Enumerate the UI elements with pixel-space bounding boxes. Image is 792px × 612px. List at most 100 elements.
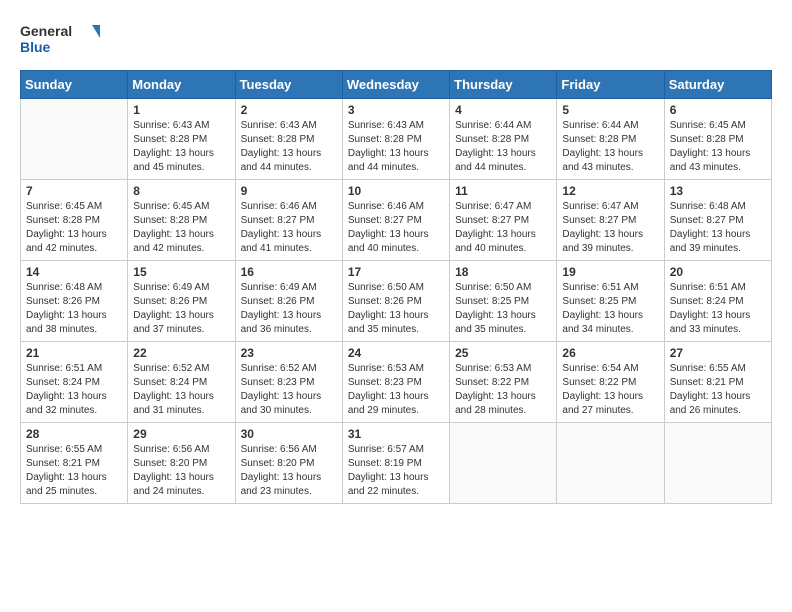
day-cell: 9Sunrise: 6:46 AMSunset: 8:27 PMDaylight… <box>235 180 342 261</box>
day-cell <box>21 99 128 180</box>
day-cell: 17 Sunrise: 6:50 AMSunset: 8:26 PMDayligh… <box>342 261 449 342</box>
day-number: 18 <box>455 265 551 279</box>
day-info: Sunrise: 6:48 AMSunset: 8:26 PMDaylight:… <box>26 281 122 337</box>
day-number: 22 <box>133 346 229 360</box>
day-cell: 31 Sunrise: 6:57 AMSunset: 8:19 PMDayligh… <box>342 423 449 504</box>
day-cell: 28Sunrise: 6:55 AMSunset: 8:21 PMDayligh… <box>21 423 128 504</box>
day-info: Sunrise: 6:45 AMSunset: 8:28 PMDaylight:… <box>670 119 766 175</box>
day-info: Sunrise: 6:49 AMSunset: 8:26 PMDaylight:… <box>241 281 337 337</box>
week-row-2: 7 Sunrise: 6:45 AMSunset: 8:28 PMDaylight… <box>21 180 772 261</box>
day-cell <box>450 423 557 504</box>
day-info: Sunrise: 6:52 AMSunset: 8:23 PMDaylight:… <box>241 362 337 418</box>
svg-text:Blue: Blue <box>20 39 51 55</box>
calendar-table: SundayMondayTuesdayWednesdayThursdayFrid… <box>20 70 772 504</box>
day-info: Sunrise: 6:48 AMSunset: 8:27 PMDaylight:… <box>670 200 766 256</box>
day-number: 2 <box>241 103 337 117</box>
day-info: Sunrise: 6:56 AMSunset: 8:20 PMDaylight:… <box>241 443 337 499</box>
day-info: Sunrise: 6:53 AMSunset: 8:22 PMDaylight:… <box>455 362 551 418</box>
day-cell: 15Sunrise: 6:49 AMSunset: 8:26 PMDayligh… <box>128 261 235 342</box>
day-info: Sunrise: 6:56 AMSunset: 8:20 PMDaylight:… <box>133 443 229 499</box>
day-number: 13 <box>670 184 766 198</box>
day-info: Sunrise: 6:53 AMSunset: 8:23 PMDaylight:… <box>348 362 444 418</box>
day-number: 28 <box>26 427 122 441</box>
day-cell: 11Sunrise: 6:47 AMSunset: 8:27 PMDayligh… <box>450 180 557 261</box>
day-cell: 27Sunrise: 6:55 AMSunset: 8:21 PMDayligh… <box>664 342 771 423</box>
day-number: 7 <box>26 184 122 198</box>
day-number: 24 <box>348 346 444 360</box>
day-number: 11 <box>455 184 551 198</box>
day-info: Sunrise: 6:51 AMSunset: 8:25 PMDaylight:… <box>562 281 658 337</box>
week-row-3: 14 Sunrise: 6:48 AMSunset: 8:26 PMDayligh… <box>21 261 772 342</box>
week-row-5: 28Sunrise: 6:55 AMSunset: 8:21 PMDayligh… <box>21 423 772 504</box>
day-info: Sunrise: 6:55 AMSunset: 8:21 PMDaylight:… <box>670 362 766 418</box>
day-info: Sunrise: 6:46 AMSunset: 8:27 PMDaylight:… <box>348 200 444 256</box>
day-cell: 1Sunrise: 6:43 AMSunset: 8:28 PMDaylight… <box>128 99 235 180</box>
day-cell: 8 Sunrise: 6:45 AMSunset: 8:28 PMDaylight… <box>128 180 235 261</box>
svg-text:General: General <box>20 23 72 39</box>
day-number: 1 <box>133 103 229 117</box>
day-info: Sunrise: 6:54 AMSunset: 8:22 PMDaylight:… <box>562 362 658 418</box>
day-number: 6 <box>670 103 766 117</box>
day-cell: 25 Sunrise: 6:53 AMSunset: 8:22 PMDayligh… <box>450 342 557 423</box>
day-cell: 18 Sunrise: 6:50 AMSunset: 8:25 PMDayligh… <box>450 261 557 342</box>
day-number: 14 <box>26 265 122 279</box>
day-number: 4 <box>455 103 551 117</box>
day-cell <box>664 423 771 504</box>
day-info: Sunrise: 6:51 AMSunset: 8:24 PMDaylight:… <box>670 281 766 337</box>
col-header-saturday: Saturday <box>664 71 771 99</box>
col-header-sunday: Sunday <box>21 71 128 99</box>
day-cell: 2 Sunrise: 6:43 AMSunset: 8:28 PMDaylight… <box>235 99 342 180</box>
day-cell: 4 Sunrise: 6:44 AMSunset: 8:28 PMDaylight… <box>450 99 557 180</box>
page-header: General Blue <box>20 20 772 60</box>
week-row-4: 21 Sunrise: 6:51 AMSunset: 8:24 PMDayligh… <box>21 342 772 423</box>
day-info: Sunrise: 6:51 AMSunset: 8:24 PMDaylight:… <box>26 362 122 418</box>
day-info: Sunrise: 6:43 AMSunset: 8:28 PMDaylight:… <box>241 119 337 175</box>
day-number: 30 <box>241 427 337 441</box>
day-number: 8 <box>133 184 229 198</box>
day-number: 19 <box>562 265 658 279</box>
logo: General Blue <box>20 20 100 60</box>
day-number: 12 <box>562 184 658 198</box>
day-info: Sunrise: 6:46 AMSunset: 8:27 PMDaylight:… <box>241 200 337 256</box>
day-cell <box>557 423 664 504</box>
day-number: 31 <box>348 427 444 441</box>
day-number: 20 <box>670 265 766 279</box>
day-cell: 23 Sunrise: 6:52 AMSunset: 8:23 PMDayligh… <box>235 342 342 423</box>
day-number: 17 <box>348 265 444 279</box>
col-header-wednesday: Wednesday <box>342 71 449 99</box>
day-cell: 24 Sunrise: 6:53 AMSunset: 8:23 PMDayligh… <box>342 342 449 423</box>
day-number: 21 <box>26 346 122 360</box>
day-info: Sunrise: 6:50 AMSunset: 8:26 PMDaylight:… <box>348 281 444 337</box>
day-info: Sunrise: 6:45 AMSunset: 8:28 PMDaylight:… <box>26 200 122 256</box>
day-cell: 29Sunrise: 6:56 AMSunset: 8:20 PMDayligh… <box>128 423 235 504</box>
col-header-monday: Monday <box>128 71 235 99</box>
day-info: Sunrise: 6:44 AMSunset: 8:28 PMDaylight:… <box>455 119 551 175</box>
day-cell: 21 Sunrise: 6:51 AMSunset: 8:24 PMDayligh… <box>21 342 128 423</box>
day-cell: 22Sunrise: 6:52 AMSunset: 8:24 PMDayligh… <box>128 342 235 423</box>
day-number: 10 <box>348 184 444 198</box>
day-cell: 19 Sunrise: 6:51 AMSunset: 8:25 PMDayligh… <box>557 261 664 342</box>
day-info: Sunrise: 6:57 AMSunset: 8:19 PMDaylight:… <box>348 443 444 499</box>
day-cell: 16 Sunrise: 6:49 AMSunset: 8:26 PMDayligh… <box>235 261 342 342</box>
day-info: Sunrise: 6:43 AMSunset: 8:28 PMDaylight:… <box>348 119 444 175</box>
day-info: Sunrise: 6:44 AMSunset: 8:28 PMDaylight:… <box>562 119 658 175</box>
day-cell: 7 Sunrise: 6:45 AMSunset: 8:28 PMDaylight… <box>21 180 128 261</box>
day-number: 23 <box>241 346 337 360</box>
day-info: Sunrise: 6:50 AMSunset: 8:25 PMDaylight:… <box>455 281 551 337</box>
day-cell: 10 Sunrise: 6:46 AMSunset: 8:27 PMDayligh… <box>342 180 449 261</box>
day-cell: 20 Sunrise: 6:51 AMSunset: 8:24 PMDayligh… <box>664 261 771 342</box>
day-cell: 6 Sunrise: 6:45 AMSunset: 8:28 PMDaylight… <box>664 99 771 180</box>
day-info: Sunrise: 6:45 AMSunset: 8:28 PMDaylight:… <box>133 200 229 256</box>
day-info: Sunrise: 6:47 AMSunset: 8:27 PMDaylight:… <box>562 200 658 256</box>
col-header-thursday: Thursday <box>450 71 557 99</box>
day-cell: 13 Sunrise: 6:48 AMSunset: 8:27 PMDayligh… <box>664 180 771 261</box>
day-number: 16 <box>241 265 337 279</box>
day-info: Sunrise: 6:49 AMSunset: 8:26 PMDaylight:… <box>133 281 229 337</box>
day-headers-row: SundayMondayTuesdayWednesdayThursdayFrid… <box>21 71 772 99</box>
day-cell: 5Sunrise: 6:44 AMSunset: 8:28 PMDaylight… <box>557 99 664 180</box>
day-cell: 14 Sunrise: 6:48 AMSunset: 8:26 PMDayligh… <box>21 261 128 342</box>
day-cell: 26Sunrise: 6:54 AMSunset: 8:22 PMDayligh… <box>557 342 664 423</box>
day-number: 25 <box>455 346 551 360</box>
day-cell: 30 Sunrise: 6:56 AMSunset: 8:20 PMDayligh… <box>235 423 342 504</box>
day-cell: 3Sunrise: 6:43 AMSunset: 8:28 PMDaylight… <box>342 99 449 180</box>
